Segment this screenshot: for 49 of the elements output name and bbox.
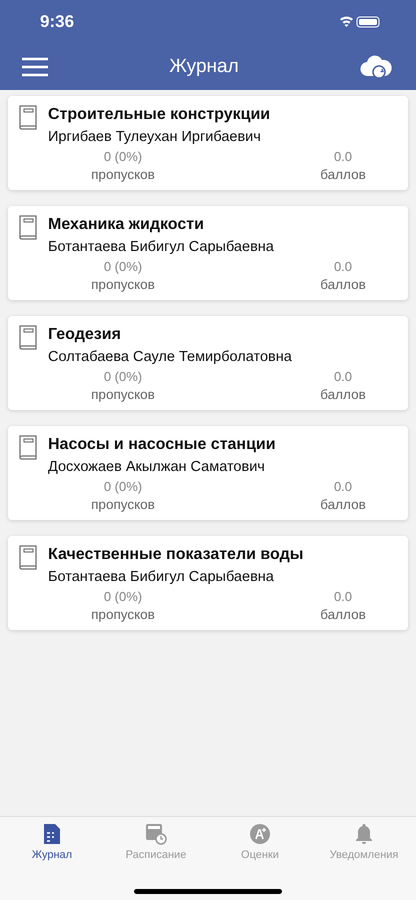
book-icon: [18, 544, 38, 570]
menu-icon[interactable]: [22, 57, 48, 77]
score-value: 0.0: [334, 258, 352, 276]
absences-value: 0 (0%): [104, 588, 142, 606]
teacher-name: Ботантаева Бибигул Сарыбаевна: [48, 568, 275, 587]
score-label: баллов: [320, 276, 366, 294]
course-title: Строительные конструкции: [48, 105, 272, 125]
book-icon: [18, 104, 38, 130]
absences-label: пропусков: [91, 606, 155, 624]
book-icon: [18, 434, 38, 460]
tab[interactable]: Журнал: [0, 817, 104, 867]
course-title: Насосы и насосные станции: [48, 435, 277, 455]
course-card[interactable]: Строительные конструкции Иргибаев Тулеухан Иргибаевич 0 (0%) пропусков 0.0 баллов: [8, 96, 408, 190]
absences-value: 0 (0%): [104, 478, 142, 496]
teacher-name: Иргибаев Тулеухан Иргибаевич: [48, 128, 262, 147]
course-title: Механика жидкости: [48, 215, 205, 235]
absences-label: пропусков: [91, 276, 155, 294]
bell-icon: [354, 823, 374, 845]
score-value: 0.0: [334, 368, 352, 386]
document-icon: [43, 823, 61, 845]
course-card[interactable]: Качественные показатели воды Ботантаева Бибигул Сарыбаевна 0 (0%) пропусков 0.0 баллов: [8, 536, 408, 630]
book-icon: [18, 324, 38, 350]
screen-title: Журнал: [169, 56, 239, 78]
absences-value: 0 (0%): [104, 258, 142, 276]
absences-value: 0 (0%): [104, 148, 142, 166]
teacher-name: Солтабаева Сауле Темирболатовна: [48, 348, 293, 367]
absences-label: пропусков: [91, 496, 155, 514]
book-icon: [18, 214, 38, 240]
score-value: 0.0: [334, 588, 352, 606]
course-title: Качественные показатели воды: [48, 545, 304, 565]
absences-value: 0 (0%): [104, 368, 142, 386]
status-time: 9:36: [40, 12, 74, 32]
course-card[interactable]: Насосы и насосные станции Досхожаев Акылжан Саматович 0 (0%) пропусков 0.0 баллов: [8, 426, 408, 520]
score-label: баллов: [320, 386, 366, 404]
course-card[interactable]: Механика жидкости Ботантаева Бибигул Сарыбаевна 0 (0%) пропусков 0.0 баллов: [8, 206, 408, 300]
course-title: Геодезия: [48, 325, 122, 345]
absences-label: пропусков: [91, 386, 155, 404]
score-label: баллов: [320, 606, 366, 624]
grade-icon: [249, 823, 271, 845]
score-value: 0.0: [334, 478, 352, 496]
teacher-name: Досхожаев Акылжан Саматович: [48, 458, 266, 477]
absences-label: пропусков: [91, 166, 155, 184]
score-value: 0.0: [334, 148, 352, 166]
calendar-clock-icon: [145, 823, 167, 845]
course-card[interactable]: Геодезия Солтабаева Сауле Темирболатовна 0 (0%) пропусков 0.0 баллов: [8, 316, 408, 410]
teacher-name: Ботантаева Бибигул Сарыбаевна: [48, 238, 275, 257]
score-label: баллов: [320, 496, 366, 514]
cloud-sync-icon[interactable]: [360, 54, 392, 80]
score-label: баллов: [320, 166, 366, 184]
